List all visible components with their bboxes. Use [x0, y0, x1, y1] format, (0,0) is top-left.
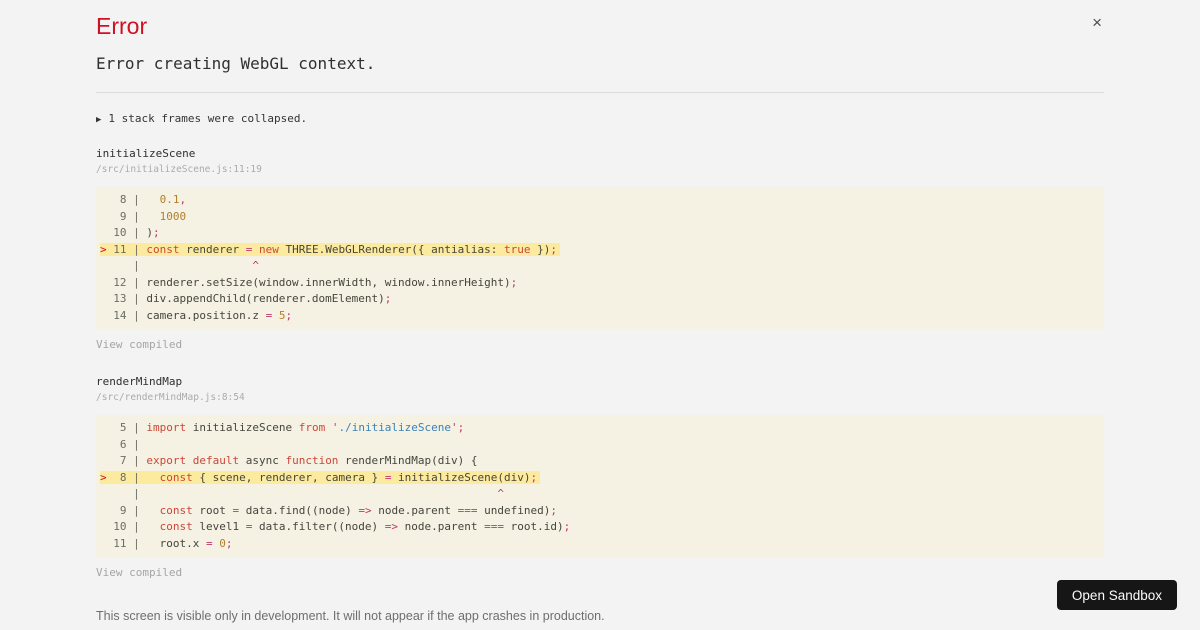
code-line: 9 | const root = data.find((node) => nod…	[100, 503, 558, 517]
code-line: 13 | div.appendChild(renderer.domElement…	[100, 292, 392, 305]
error-overlay: × Error Error creating WebGL context. ▶ 1…	[0, 0, 1200, 630]
frame-function-name: renderMindMap	[96, 375, 183, 388]
code-line: 11 | root.x = 0;	[100, 536, 233, 550]
stack-frame: initializeScene/src/initializeScene.js:1…	[96, 147, 1104, 353]
code-line: 12 | renderer.setSize(window.innerWidth,…	[100, 275, 518, 289]
code-line: | ^	[100, 487, 504, 500]
code-frame: 8 | 0.1, 9 | 1000 10 | ); > 11 | const re…	[96, 187, 1104, 329]
stack-frames: initializeScene/src/initializeScene.js:1…	[96, 147, 1104, 581]
view-compiled-link[interactable]: View compiled	[96, 338, 182, 351]
code-line: 10 | const level1 = data.filter((node) =…	[100, 520, 571, 533]
divider	[96, 92, 1104, 93]
view-compiled-link[interactable]: View compiled	[96, 566, 182, 579]
collapsed-frames-label: 1 stack frames were collapsed.	[108, 112, 308, 125]
open-sandbox-button[interactable]: Open Sandbox	[1056, 580, 1177, 610]
code-line: 5 | import initializeScene from './initi…	[100, 421, 465, 434]
collapsed-frames-toggle[interactable]: ▶ 1 stack frames were collapsed.	[96, 112, 1104, 125]
code-line: 7 | export default async function render…	[100, 454, 478, 467]
code-line: > 8 | const { scene, renderer, camera } …	[96, 470, 1104, 487]
close-icon[interactable]: ×	[1092, 14, 1102, 31]
expand-arrow-icon: ▶	[96, 115, 102, 125]
code-frame: 5 | import initializeScene from './initi…	[96, 415, 1104, 557]
footer-notes: This screen is visible only in developme…	[96, 608, 1104, 630]
highlighted-error-line: > 11 | const renderer = new THREE.WebGLR…	[100, 242, 561, 256]
highlighted-error-line: > 8 | const { scene, renderer, camera } …	[100, 470, 541, 484]
footer-note: This screen is visible only in developme…	[96, 609, 605, 623]
code-line: 9 | 1000	[100, 209, 187, 223]
frame-file-location: /src/renderMindMap.js:8:54	[96, 392, 245, 403]
code-line: 8 | 0.1,	[100, 193, 187, 206]
frame-function-name: initializeScene	[96, 147, 196, 160]
code-line: 14 | camera.position.z = 5;	[100, 308, 293, 322]
error-title: Error	[96, 13, 148, 39]
frame-file-location: /src/initializeScene.js:11:19	[96, 164, 262, 175]
code-line: > 11 | const renderer = new THREE.WebGLR…	[96, 242, 1104, 259]
code-line: | ^	[100, 259, 259, 272]
code-line: 10 | );	[100, 226, 160, 239]
stack-frame: renderMindMap/src/renderMindMap.js:8:54 …	[96, 375, 1104, 581]
error-message: Error creating WebGL context.	[96, 54, 376, 73]
code-line: 6 |	[100, 437, 140, 451]
